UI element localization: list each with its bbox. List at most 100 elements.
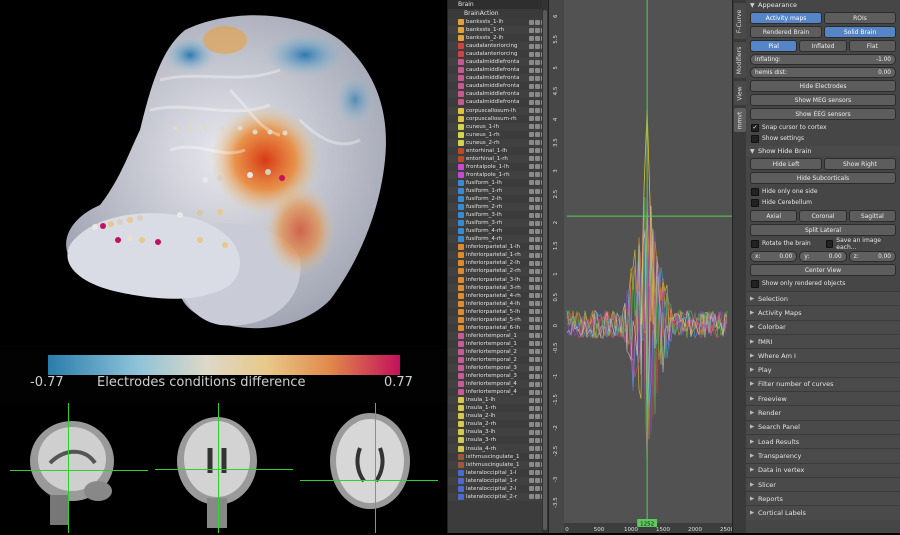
select-icon[interactable] xyxy=(535,43,540,49)
select-icon[interactable] xyxy=(535,35,540,41)
outliner-item[interactable]: entorhinal_1-rh xyxy=(448,154,548,163)
show-settings-checkbox[interactable]: Show settings xyxy=(746,133,900,144)
visibility-icon[interactable] xyxy=(529,35,534,41)
outliner-item[interactable]: caudalmiddlefronta xyxy=(448,90,548,99)
outliner-item[interactable]: insula_1-rh xyxy=(448,404,548,412)
outliner-item[interactable]: cuneus_1-rh xyxy=(448,131,548,139)
outliner-item[interactable]: insula_3-lh xyxy=(448,428,548,437)
select-icon[interactable] xyxy=(535,462,540,468)
visibility-icon[interactable] xyxy=(529,116,534,122)
outliner-item[interactable]: insula_3-rh xyxy=(448,436,548,444)
visibility-icon[interactable] xyxy=(529,188,534,194)
visibility-icon[interactable] xyxy=(529,220,534,226)
visibility-icon[interactable] xyxy=(529,341,534,347)
visibility-icon[interactable] xyxy=(529,446,534,451)
visibility-icon[interactable] xyxy=(529,27,534,33)
outliner-panel[interactable]: Brain BrainAction bankssts_1-lh bankssts_… xyxy=(447,0,548,533)
brain-render[interactable] xyxy=(0,0,447,345)
outliner-item[interactable]: cuneus_1-lh xyxy=(448,122,548,131)
select-icon[interactable] xyxy=(535,140,540,146)
outliner-item[interactable]: fusiform_2-lh xyxy=(448,195,548,203)
outliner-root[interactable]: Brain xyxy=(448,0,548,9)
show-hide-header[interactable]: ▼ Show Hide Brain xyxy=(746,146,900,156)
outliner-item[interactable]: inferiortemporal_3 xyxy=(448,372,548,380)
visibility-icon[interactable] xyxy=(529,293,534,299)
visibility-icon[interactable] xyxy=(529,252,534,258)
visibility-icon[interactable] xyxy=(529,277,534,283)
visibility-icon[interactable] xyxy=(529,196,534,202)
show-meg-button[interactable]: Show MEG sensors xyxy=(750,94,896,106)
solid-brain-button[interactable]: Solid Brain xyxy=(824,26,896,38)
outliner-item[interactable]: inferiorparietal_1-rh xyxy=(448,251,548,260)
select-icon[interactable] xyxy=(535,437,540,443)
visibility-icon[interactable] xyxy=(529,236,534,242)
outliner-item[interactable]: inferiortemporal_4 xyxy=(448,380,548,389)
select-icon[interactable] xyxy=(535,357,540,363)
visibility-icon[interactable] xyxy=(529,172,534,178)
select-icon[interactable] xyxy=(535,349,540,355)
inflated-button[interactable]: Inflated xyxy=(799,40,847,52)
outliner-item[interactable]: inferiorparietal_5-lh xyxy=(448,308,548,316)
select-icon[interactable] xyxy=(535,188,540,194)
outliner-item[interactable]: caudalmiddlefronta xyxy=(448,98,548,106)
outliner-item[interactable]: fusiform_3-lh xyxy=(448,211,548,219)
select-icon[interactable] xyxy=(535,244,540,250)
outliner-item[interactable]: lateraloccipital_2-r xyxy=(448,492,548,501)
visibility-icon[interactable] xyxy=(529,268,534,274)
select-icon[interactable] xyxy=(535,196,540,202)
select-icon[interactable] xyxy=(535,108,540,114)
outliner-item[interactable]: cuneus_2-rh xyxy=(448,138,548,147)
outliner-item[interactable]: inferiorparietal_2-rh xyxy=(448,267,548,276)
visibility-icon[interactable] xyxy=(529,124,534,130)
select-icon[interactable] xyxy=(535,325,540,331)
outliner-item[interactable]: caudalmiddlefronta xyxy=(448,74,548,83)
select-icon[interactable] xyxy=(535,132,540,138)
visibility-icon[interactable] xyxy=(529,301,534,307)
outliner-item[interactable]: bankssts_2-lh xyxy=(448,34,548,42)
visibility-icon[interactable] xyxy=(529,373,534,379)
select-icon[interactable] xyxy=(535,285,540,291)
axial-button[interactable]: Axial xyxy=(750,210,798,222)
visibility-icon[interactable] xyxy=(529,421,534,427)
outliner-item[interactable]: entorhinal_1-lh xyxy=(448,147,548,155)
outliner-item[interactable]: inferiorparietal_4-rh xyxy=(448,292,548,300)
visibility-icon[interactable] xyxy=(529,389,534,395)
select-icon[interactable] xyxy=(535,470,540,476)
visibility-icon[interactable] xyxy=(529,486,534,492)
visibility-icon[interactable] xyxy=(529,470,534,476)
outliner-item[interactable]: frontalpole_1-lh xyxy=(448,163,548,171)
outliner-item[interactable]: caudalmiddlefronta xyxy=(448,66,548,74)
save-image-checkbox[interactable]: Save an image each... xyxy=(825,237,896,251)
select-icon[interactable] xyxy=(535,397,540,403)
select-icon[interactable] xyxy=(535,309,540,315)
show-right-button[interactable]: Show Right xyxy=(824,158,896,170)
hide-one-side-checkbox[interactable]: Hide only one side xyxy=(746,186,900,197)
rendered-brain-button[interactable]: Rendered Brain xyxy=(750,26,822,38)
section-header[interactable]: ▶ Search Panel xyxy=(746,419,900,434)
outliner-item[interactable]: inferiortemporal_2 xyxy=(448,356,548,364)
outliner-scroll-thumb[interactable] xyxy=(543,10,547,530)
select-icon[interactable] xyxy=(535,99,540,105)
visibility-icon[interactable] xyxy=(529,494,534,500)
visibility-icon[interactable] xyxy=(529,365,534,371)
outliner-item[interactable]: bankssts_1-rh xyxy=(448,26,548,35)
section-header[interactable]: ▶ Activity Maps xyxy=(746,305,900,320)
select-icon[interactable] xyxy=(535,317,540,323)
section-header[interactable]: ▶ Render xyxy=(746,405,900,420)
visibility-icon[interactable] xyxy=(529,325,534,331)
select-icon[interactable] xyxy=(535,148,540,154)
section-header[interactable]: ▶ Reports xyxy=(746,491,900,506)
select-icon[interactable] xyxy=(535,220,540,226)
select-icon[interactable] xyxy=(535,333,540,339)
select-icon[interactable] xyxy=(535,19,540,25)
show-eeg-button[interactable]: Show EEG sensors xyxy=(750,108,896,120)
section-header[interactable]: ▶ Transparency xyxy=(746,448,900,463)
rois-button[interactable]: ROIs xyxy=(824,12,896,24)
select-icon[interactable] xyxy=(535,212,540,218)
outliner-item[interactable]: bankssts_1-lh xyxy=(448,18,548,26)
select-icon[interactable] xyxy=(535,373,540,379)
outliner-item[interactable]: inferiortemporal_2 xyxy=(448,347,548,356)
select-icon[interactable] xyxy=(535,277,540,283)
section-header[interactable]: ▶ Colorbar xyxy=(746,319,900,334)
outliner-item[interactable]: frontalpole_1-rh xyxy=(448,170,548,179)
